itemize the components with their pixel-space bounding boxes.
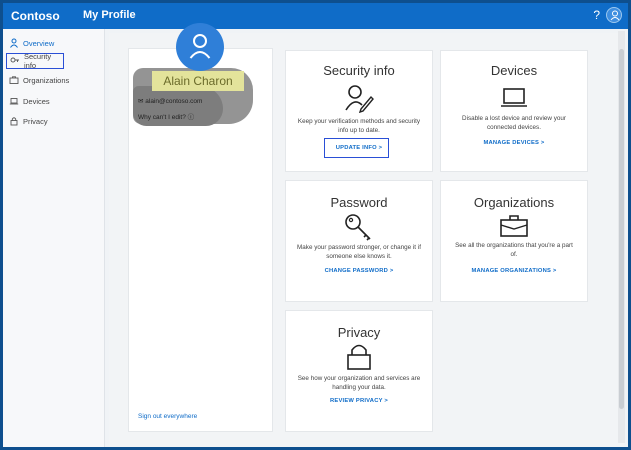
card-title: Security info <box>323 63 395 78</box>
card-title: Organizations <box>473 195 555 210</box>
review-privacy-link[interactable]: REVIEW PRIVACY > <box>286 398 432 404</box>
lock-icon <box>346 343 372 376</box>
sidebar-item-label: Security info <box>24 52 52 70</box>
laptop-icon <box>9 96 19 106</box>
brand-name[interactable]: Contoso <box>11 9 60 23</box>
key-icon <box>344 213 374 246</box>
key-icon <box>10 56 20 66</box>
sign-out-everywhere-link[interactable]: Sign out everywhere <box>138 413 197 420</box>
scrollbar[interactable] <box>618 31 625 443</box>
profile-email: ✉ alain@contoso.com <box>138 98 203 105</box>
briefcase-icon <box>9 75 19 85</box>
sidebar-item-label: Devices <box>23 96 50 106</box>
user-avatar-icon[interactable] <box>606 7 622 23</box>
sidebar-item-privacy[interactable]: Privacy <box>6 113 102 129</box>
change-password-link[interactable]: CHANGE PASSWORD > <box>286 268 432 274</box>
help-icon[interactable]: ? <box>593 8 600 22</box>
manage-organizations-link[interactable]: MANAGE ORGANIZATIONS > <box>441 268 587 274</box>
person-icon <box>9 38 19 48</box>
card-title: Privacy <box>337 325 381 340</box>
sidebar-item-security-info[interactable]: Security info <box>6 52 64 70</box>
password-card: Password Make your password stronger, or… <box>285 180 433 302</box>
profile-name: Alain Charon <box>152 71 244 91</box>
card-description: See how your organization and services a… <box>297 375 421 391</box>
card-description: See all the organizations that you're a … <box>455 242 573 258</box>
card-title: Password <box>330 195 388 210</box>
person-edit-icon <box>344 83 374 118</box>
sidebar-item-label: Overview <box>23 38 55 48</box>
app-title: My Profile <box>83 9 136 21</box>
card-description: Make your password stronger, or change i… <box>297 244 421 260</box>
sidebar: Overview Security info Organizations Dev… <box>3 29 105 447</box>
lock-icon <box>9 116 19 126</box>
organizations-card: Organizations See all the organizations … <box>440 180 588 302</box>
card-description: Disable a lost device and review your co… <box>462 115 566 131</box>
why-cant-edit-link[interactable]: Why can't I edit? ⓘ <box>138 111 194 121</box>
profile-avatar <box>176 23 224 71</box>
sidebar-item-devices[interactable]: Devices <box>6 93 102 109</box>
sidebar-item-label: Organizations <box>23 75 70 85</box>
scrollbar-thumb[interactable] <box>619 49 624 409</box>
card-title: Devices <box>490 63 538 78</box>
sidebar-item-overview[interactable]: Overview <box>6 35 102 51</box>
security-info-card: Security info Keep your verification met… <box>285 50 433 172</box>
manage-devices-link[interactable]: MANAGE DEVICES > <box>441 140 587 146</box>
laptop-icon <box>500 86 528 115</box>
devices-card: Devices Disable a lost device and review… <box>440 50 588 172</box>
sidebar-item-organizations[interactable]: Organizations <box>6 72 102 88</box>
info-icon: ⓘ <box>185 114 195 121</box>
sidebar-item-label: Privacy <box>23 116 48 126</box>
card-description: Keep your verification methods and secur… <box>297 118 421 134</box>
privacy-card: Privacy See how your organization and se… <box>285 310 433 432</box>
briefcase-icon <box>499 214 529 243</box>
top-bar: Contoso My Profile ? <box>3 3 628 29</box>
update-info-link[interactable]: UPDATE INFO > <box>286 145 432 151</box>
